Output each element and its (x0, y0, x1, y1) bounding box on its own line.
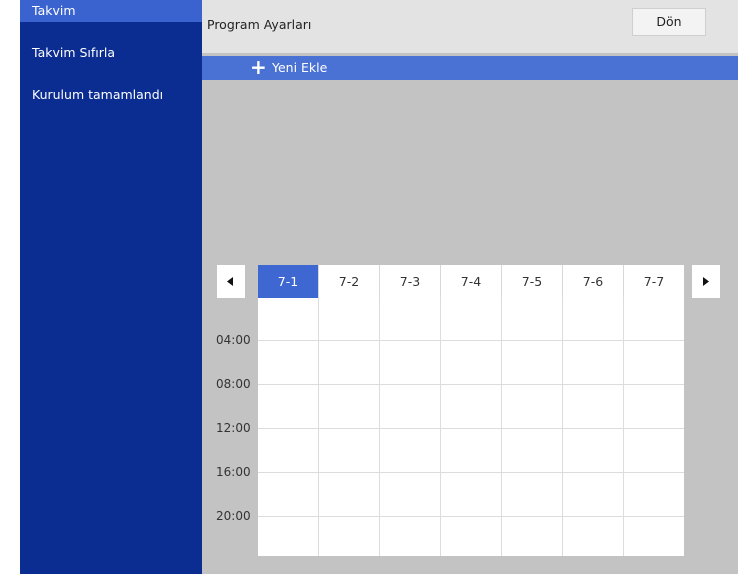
header: Program Ayarları Dön (202, 0, 738, 53)
sidebar: Takvim Takvim Sıfırla Kurulum tamamlandı (20, 0, 202, 574)
grid-divider (258, 384, 684, 385)
page-title: Program Ayarları (207, 17, 312, 32)
grid-divider (258, 340, 684, 341)
tab-day-7-1[interactable]: 7-1 (258, 265, 319, 298)
grid-divider (318, 298, 319, 556)
plus-icon: + (250, 55, 267, 79)
sidebar-item-kurulum-tamamlandi[interactable]: Kurulum tamamlandı (20, 84, 202, 106)
tab-day-7-3[interactable]: 7-3 (380, 265, 441, 298)
grid-divider (623, 298, 624, 556)
back-button[interactable]: Dön (632, 8, 706, 36)
time-label-20: 20:00 (216, 509, 251, 523)
sidebar-item-takvim[interactable]: Takvim (20, 0, 202, 22)
tab-day-7-6[interactable]: 7-6 (563, 265, 624, 298)
grid-divider (258, 472, 684, 473)
time-label-12: 12:00 (216, 421, 251, 435)
next-week-button[interactable] (692, 265, 720, 298)
grid-divider (379, 298, 380, 556)
time-label-08: 08:00 (216, 377, 251, 391)
time-label-04: 04:00 (216, 333, 251, 347)
tab-day-7-4[interactable]: 7-4 (441, 265, 502, 298)
grid-divider (562, 298, 563, 556)
sidebar-item-takvim-sifirla[interactable]: Takvim Sıfırla (20, 42, 202, 64)
tab-day-7-2[interactable]: 7-2 (319, 265, 380, 298)
time-label-16: 16:00 (216, 465, 251, 479)
triangle-left-icon (227, 277, 233, 286)
add-new-button[interactable]: + Yeni Ekle (202, 56, 738, 80)
triangle-right-icon (703, 277, 709, 286)
tab-day-7-7[interactable]: 7-7 (624, 265, 684, 298)
grid-divider (258, 428, 684, 429)
grid-divider (501, 298, 502, 556)
grid-divider (440, 298, 441, 556)
grid-divider (258, 516, 684, 517)
add-new-label: Yeni Ekle (272, 60, 328, 75)
schedule-grid[interactable] (258, 298, 684, 556)
tab-day-7-5[interactable]: 7-5 (502, 265, 563, 298)
prev-week-button[interactable] (217, 265, 245, 298)
